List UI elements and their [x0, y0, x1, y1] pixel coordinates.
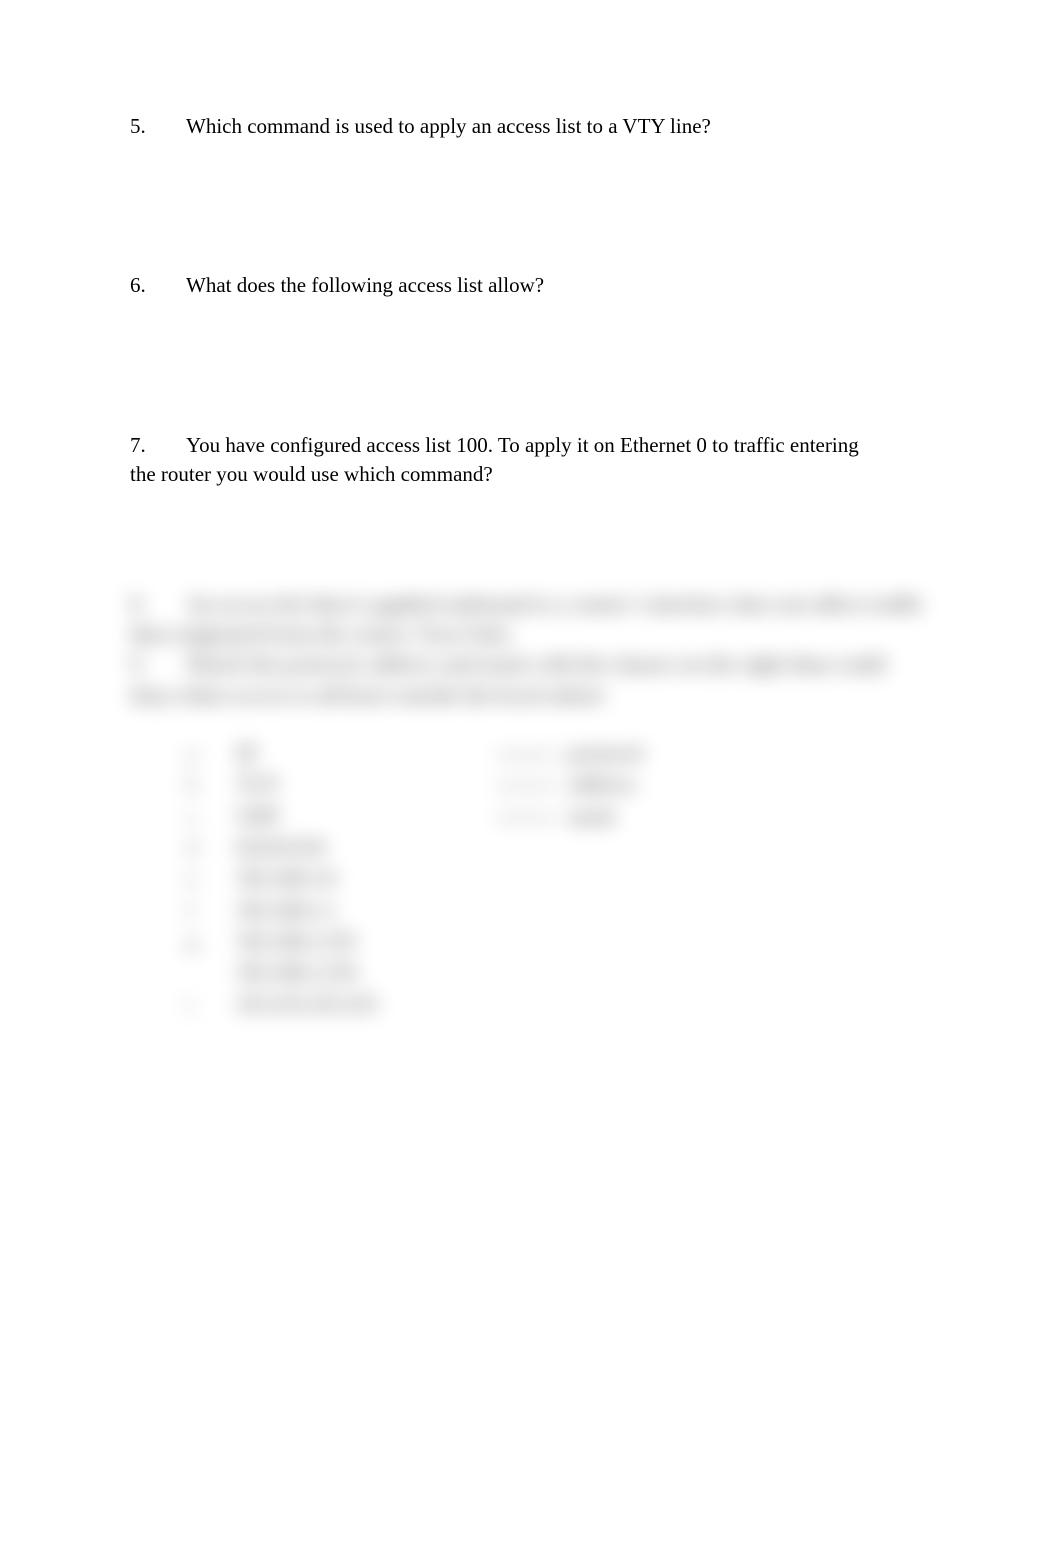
question-text-line1: Match the protocol, address and mask wit… — [186, 652, 885, 676]
question-number: 7. — [130, 431, 186, 460]
blank-line — [496, 817, 556, 819]
match-item-i: i.255.255.255.255 — [186, 990, 466, 1018]
matching-section: a.IP b.TCP c.UDP d.0.0.0.0 0.0 e.192.168… — [130, 739, 932, 1021]
question-8: 8.An access list that is applied outboun… — [130, 590, 932, 618]
question-text: What does the following access list allo… — [186, 273, 544, 297]
match-answer-mask: mask — [496, 802, 642, 830]
match-item-g: g.192.168.1.255 — [186, 927, 466, 955]
question-number: 6. — [130, 271, 186, 300]
match-item-a: a.IP — [186, 739, 466, 767]
match-item-e: e.192.168.1.0 — [186, 864, 466, 892]
match-right-column: protocol address mask — [496, 739, 642, 1021]
match-item-f: f.192.168.1.1 — [186, 896, 466, 924]
question-7: 7.You have configured access list 100. T… — [130, 431, 932, 490]
match-item-d: d.0.0.0.0 0.0 — [186, 833, 466, 861]
question-number: 5. — [130, 112, 186, 141]
question-number: 8. — [130, 590, 186, 618]
question-text-line2: the router you would use which command? — [130, 460, 932, 489]
document-page: 5.Which command is used to apply an acce… — [0, 0, 1062, 1021]
question-9-line2: deny telnet access to all hosts outside … — [130, 681, 932, 709]
question-number: 9. — [130, 650, 186, 678]
match-item-c: c.UDP — [186, 802, 466, 830]
match-left-column: a.IP b.TCP c.UDP d.0.0.0.0 0.0 e.192.168… — [186, 739, 466, 1021]
blank-line — [496, 754, 556, 756]
question-6: 6.What does the following access list al… — [130, 271, 932, 300]
question-5: 5.Which command is used to apply an acce… — [130, 112, 932, 141]
question-text-line1: You have configured access list 100. To … — [186, 433, 859, 457]
match-answer-protocol: protocol — [496, 739, 642, 767]
question-8-line2: that originated from the router. True Fa… — [130, 620, 932, 648]
blank-line — [496, 785, 556, 787]
question-text: Which command is used to apply an access… — [186, 114, 711, 138]
question-text-line1: An access list that is applied outbound … — [186, 592, 924, 616]
question-9: 9.Match the protocol, address and mask w… — [130, 650, 932, 678]
blurred-content: 8.An access list that is applied outboun… — [130, 590, 932, 1021]
match-item-h: 192.168.1.254 — [186, 958, 466, 986]
match-answer-address: address — [496, 770, 642, 798]
match-item-b: b.TCP — [186, 770, 466, 798]
